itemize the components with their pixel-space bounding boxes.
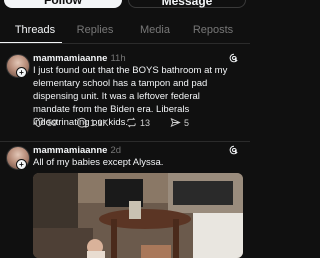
tab-threads[interactable]: Threads bbox=[4, 24, 66, 36]
like-button[interactable]: 59 bbox=[33, 117, 65, 129]
follow-plus-icon[interactable]: + bbox=[16, 159, 27, 170]
follow-plus-icon[interactable]: + bbox=[16, 67, 27, 78]
post-username[interactable]: mammamiaanne 11h bbox=[33, 53, 126, 64]
username-text[interactable]: mammamiaanne bbox=[33, 145, 107, 156]
reply-button[interactable]: 1.1K bbox=[76, 117, 114, 129]
post-actions: 59 1.1K 13 5 bbox=[33, 117, 233, 129]
repost-count: 13 bbox=[140, 118, 151, 128]
share-button[interactable]: 5 bbox=[170, 117, 200, 129]
share-icon bbox=[170, 117, 181, 128]
post-timestamp: 11h bbox=[110, 53, 126, 64]
active-tab-indicator bbox=[0, 42, 62, 43]
threads-icon bbox=[229, 53, 239, 63]
comment-icon bbox=[77, 117, 87, 128]
heart-icon bbox=[33, 117, 44, 128]
threads-icon bbox=[229, 145, 239, 155]
post-text: All of my babies except Alyssa. bbox=[33, 157, 164, 168]
tab-media[interactable]: Media bbox=[124, 24, 186, 36]
tab-replies[interactable]: Replies bbox=[64, 24, 126, 36]
repost-icon bbox=[127, 117, 136, 128]
post-timestamp: 2d bbox=[110, 145, 122, 156]
post-photo-image bbox=[33, 173, 243, 258]
tabs-divider bbox=[0, 43, 250, 44]
repost-button[interactable]: 13 bbox=[126, 117, 158, 129]
thread-post[interactable]: + mammamiaanne 11h I just found out that … bbox=[0, 50, 250, 140]
post-photo[interactable] bbox=[33, 173, 243, 258]
reply-count: 1.1K bbox=[90, 118, 109, 128]
like-count: 59 bbox=[47, 118, 58, 128]
message-button[interactable]: Message bbox=[128, 0, 246, 8]
tab-reposts[interactable]: Reposts bbox=[182, 24, 244, 36]
post-divider bbox=[0, 141, 250, 142]
post-username[interactable]: mammamiaanne 2d bbox=[33, 145, 121, 156]
profile-tabs: Threads Replies Media Reposts bbox=[0, 20, 250, 44]
profile-action-buttons: Follow Message bbox=[0, 0, 250, 8]
share-count: 5 bbox=[184, 118, 190, 128]
username-text[interactable]: mammamiaanne bbox=[33, 53, 107, 64]
follow-button[interactable]: Follow bbox=[4, 0, 122, 8]
